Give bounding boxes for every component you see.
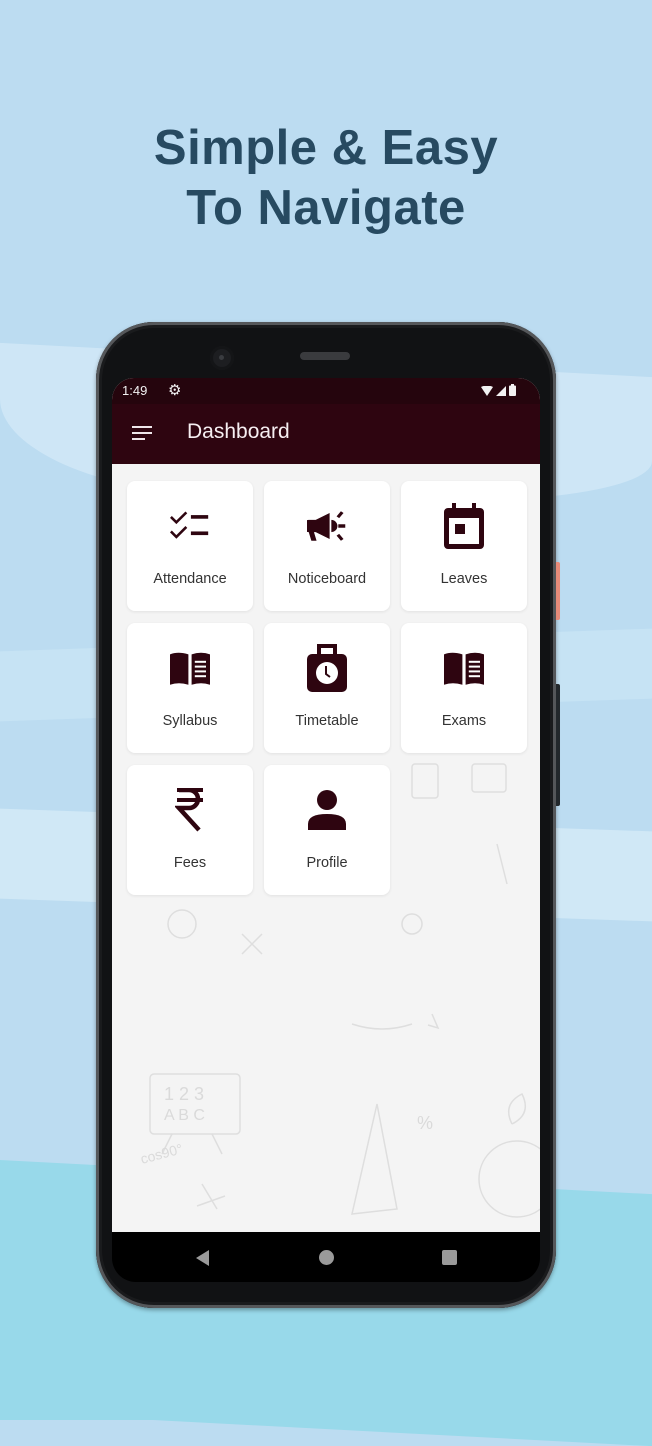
- calendar-icon: [444, 503, 484, 549]
- tile-label: Noticeboard: [287, 571, 367, 587]
- tile-label: Fees: [173, 855, 207, 871]
- system-nav-bar: [112, 1232, 540, 1282]
- svg-text:cos90°: cos90°: [139, 1140, 185, 1167]
- tile-leaves[interactable]: Leaves: [401, 481, 527, 611]
- tile-label: Exams: [441, 713, 487, 729]
- promo-headline: Simple & Easy To Navigate: [0, 118, 652, 238]
- svg-text:A B C: A B C: [164, 1107, 205, 1124]
- phone-screen: 1:49 ⚙ Dashboard cos90° 1 2 3 A B C % At…: [112, 378, 540, 1232]
- app-bar: Dashboard: [112, 404, 540, 464]
- rupee-icon: [170, 787, 210, 833]
- tile-fees[interactable]: Fees: [127, 765, 253, 895]
- tile-noticeboard[interactable]: Noticeboard: [264, 481, 390, 611]
- back-icon[interactable]: [196, 1250, 209, 1266]
- front-camera: [210, 346, 234, 370]
- tile-profile[interactable]: Profile: [264, 765, 390, 895]
- status-time: 1:49: [122, 383, 148, 398]
- status-icons: [481, 384, 516, 396]
- headline-line-2: To Navigate: [186, 181, 466, 235]
- dashboard-grid: Attendance Noticeboard Leaves Syllabus T…: [127, 481, 527, 895]
- recents-icon[interactable]: [442, 1250, 457, 1265]
- volume-button: [556, 684, 560, 806]
- svg-text:1 2 3: 1 2 3: [164, 1084, 204, 1104]
- checklist-icon: [170, 503, 210, 549]
- tile-label: Attendance: [153, 571, 227, 587]
- clock-bag-icon: [307, 644, 347, 692]
- home-icon[interactable]: [319, 1250, 334, 1265]
- open-book-icon: [170, 645, 210, 691]
- wifi-icon: [481, 386, 493, 396]
- settings-gear-icon: ⚙: [168, 382, 182, 399]
- megaphone-icon: [307, 503, 347, 549]
- status-bar: 1:49 ⚙: [112, 378, 540, 404]
- tile-timetable[interactable]: Timetable: [264, 623, 390, 753]
- tile-label: Profile: [306, 855, 348, 871]
- page-title: Dashboard: [187, 420, 290, 443]
- tile-attendance[interactable]: Attendance: [127, 481, 253, 611]
- tile-syllabus[interactable]: Syllabus: [127, 623, 253, 753]
- earpiece-speaker: [300, 352, 350, 360]
- tile-exams[interactable]: Exams: [401, 623, 527, 753]
- tile-label: Timetable: [295, 713, 359, 729]
- menu-icon[interactable]: [132, 426, 152, 442]
- tile-label: Syllabus: [162, 713, 218, 729]
- tile-label: Leaves: [440, 571, 488, 587]
- person-icon: [307, 787, 347, 833]
- open-book-icon: [444, 645, 484, 691]
- battery-icon: [509, 384, 516, 396]
- headline-line-1: Simple & Easy: [153, 121, 499, 175]
- power-button: [556, 562, 560, 620]
- svg-text:%: %: [417, 1113, 433, 1133]
- cellular-signal-icon: [496, 386, 506, 396]
